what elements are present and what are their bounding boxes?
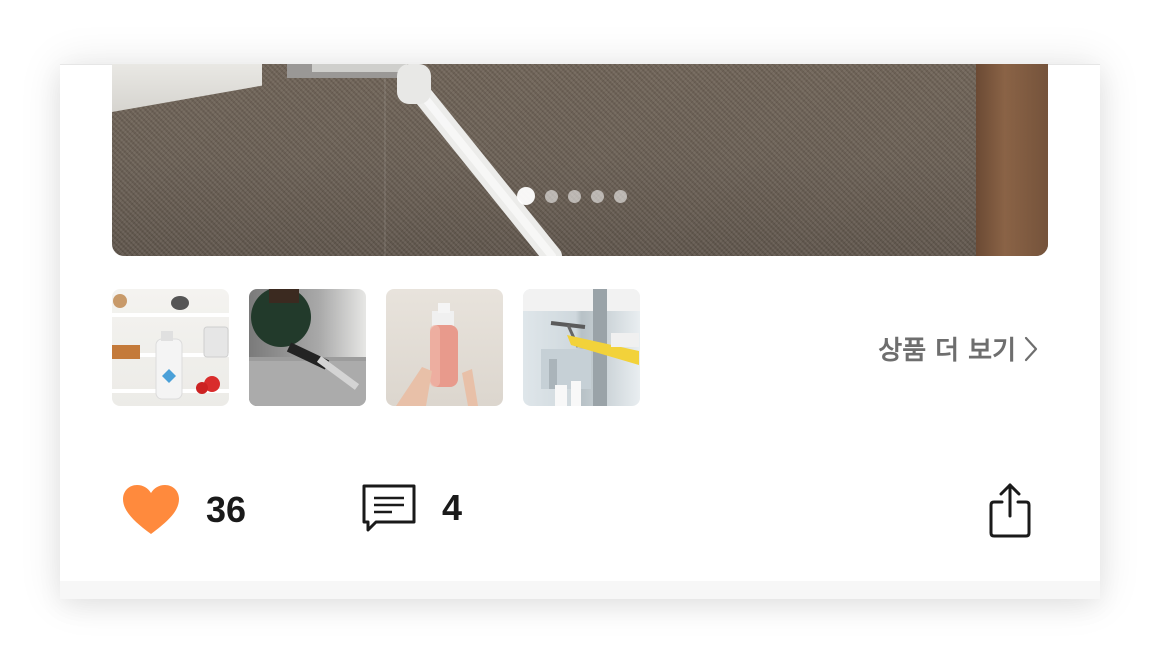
card-footer (60, 581, 1100, 599)
share-icon (989, 483, 1031, 538)
thumbnail-spray-bottle[interactable] (386, 289, 503, 406)
photo-vacuum (287, 64, 562, 256)
comment-button[interactable]: 4 (362, 484, 462, 532)
carousel-dot[interactable] (614, 189, 627, 203)
thumbnail-sofa-vacuum[interactable] (249, 289, 366, 406)
carousel-dot[interactable] (568, 189, 581, 203)
thumbnail-shelf-cleaner[interactable] (112, 289, 229, 406)
product-thumbnails (112, 289, 640, 406)
chevron-right-icon (1024, 336, 1038, 361)
like-button[interactable]: 36 (122, 484, 246, 536)
heart-icon (123, 485, 179, 534)
comment-count: 4 (442, 487, 463, 528)
carousel-dot[interactable] (591, 189, 604, 203)
comment-icon (362, 484, 416, 532)
more-products-label: 상품 더 보기 (878, 336, 1016, 366)
carousel-dots (517, 187, 627, 205)
carousel-dot-active[interactable] (517, 187, 535, 205)
carousel-dot[interactable] (545, 189, 558, 203)
more-products-link[interactable]: 상품 더 보기 (878, 330, 1038, 367)
post-actions: 36 4 (122, 482, 1032, 542)
post-card: 상품 더 보기 36 4 (60, 64, 1100, 599)
thumbnail-window-wiper[interactable] (523, 289, 640, 406)
share-button[interactable] (988, 482, 1032, 542)
like-count: 36 (206, 489, 247, 530)
main-photo-carousel[interactable] (112, 64, 1048, 256)
